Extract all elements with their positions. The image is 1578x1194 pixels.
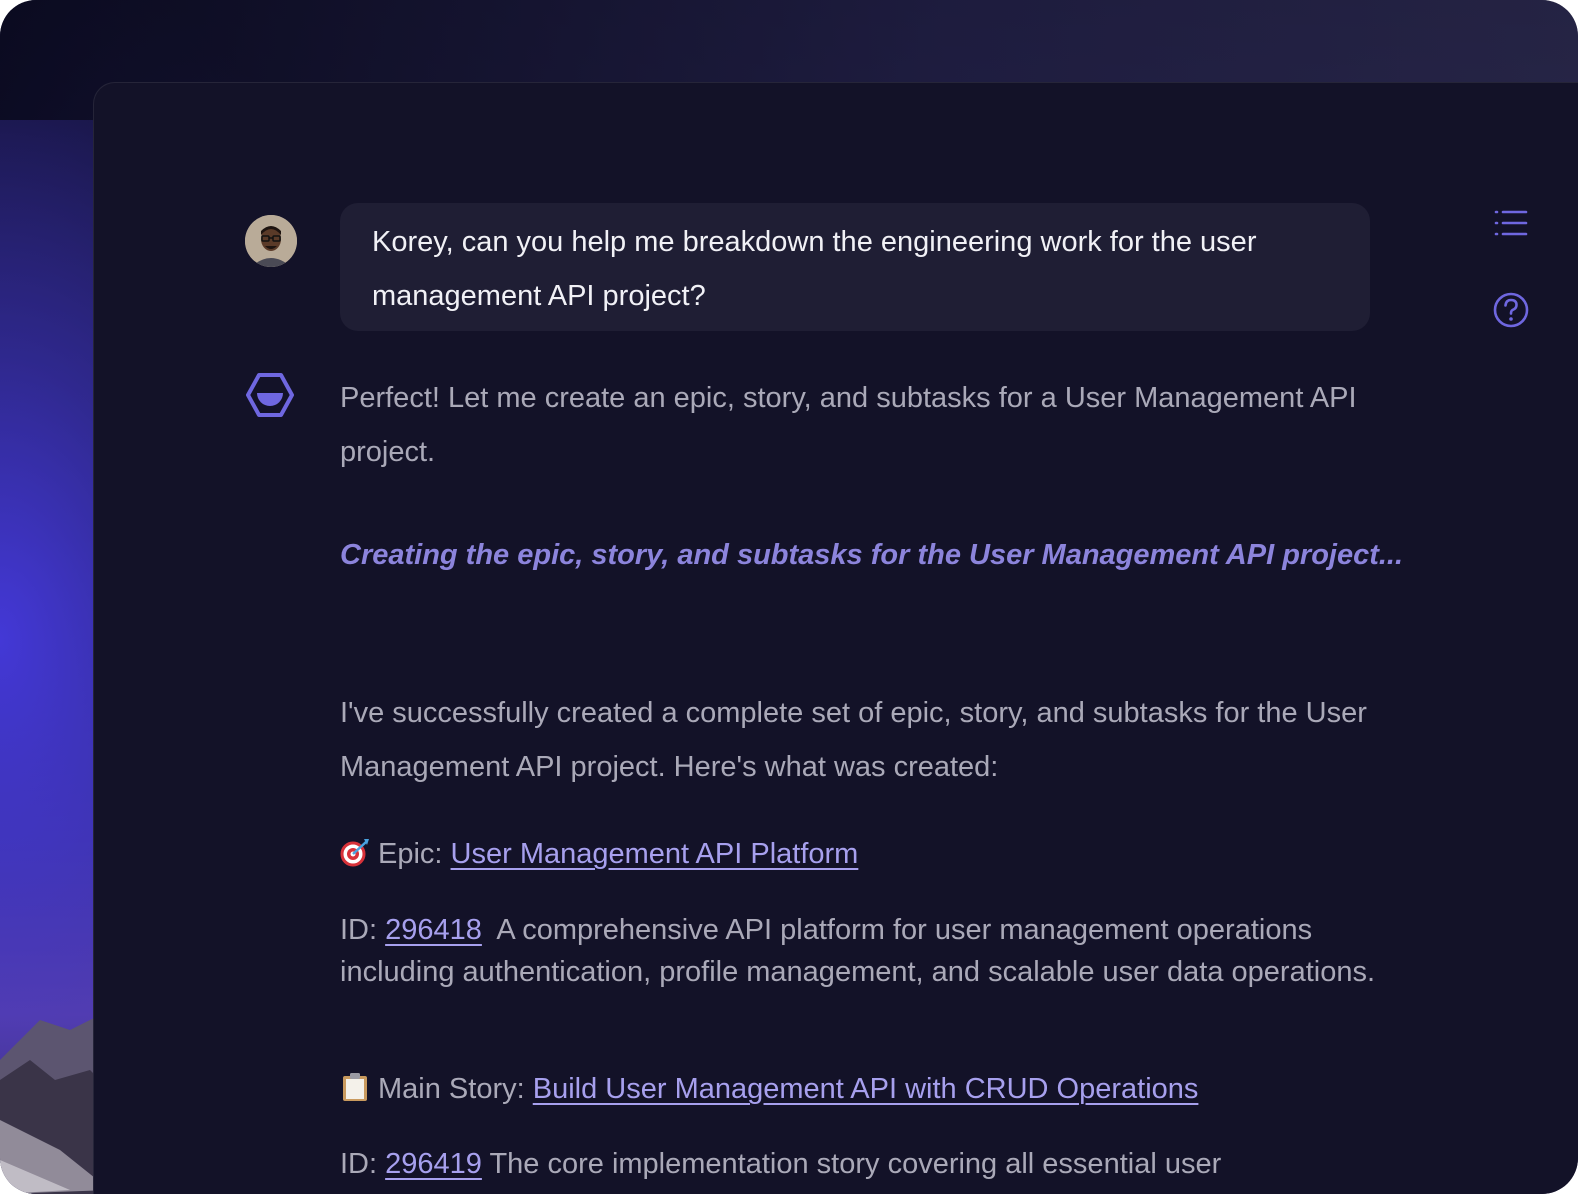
target-icon: [340, 839, 369, 867]
list-icon: [1494, 210, 1528, 236]
story-description: The core implementation story covering a…: [489, 1148, 1222, 1180]
story-id-prefix: ID:: [340, 1148, 378, 1180]
clipboard-icon: [343, 1073, 367, 1101]
epic-details: ID: 296418 A comprehensive API platform …: [340, 909, 1420, 993]
assistant-summary-text: I've successfully created a complete set…: [340, 697, 1367, 783]
help-circle-icon: [1493, 292, 1529, 328]
user-avatar: [245, 215, 297, 267]
story-line: Main Story: Build User Management API wi…: [340, 1067, 1420, 1111]
app-window: Korey, can you help me breakdown the eng…: [0, 0, 1578, 1194]
epic-id-prefix: ID:: [340, 914, 378, 946]
story-prefix: Main Story:: [378, 1073, 525, 1105]
assistant-intro-text: Perfect! Let me create an epic, story, a…: [340, 382, 1357, 468]
user-message-bubble: Korey, can you help me breakdown the eng…: [340, 203, 1370, 331]
epic-description: A comprehensive API platform for user ma…: [340, 914, 1376, 988]
outline-list-button[interactable]: [1491, 203, 1531, 243]
assistant-logo-icon: [246, 373, 294, 417]
story-id-link[interactable]: 296419: [385, 1148, 482, 1180]
assistant-status-text: Creating the epic, story, and subtasks f…: [340, 539, 1404, 571]
epic-id-link[interactable]: 296418: [385, 914, 482, 946]
user-message-text: Korey, can you help me breakdown the eng…: [372, 226, 1257, 312]
help-button[interactable]: [1491, 290, 1531, 330]
story-details: ID: 296419 The core implementation story…: [340, 1143, 1420, 1185]
epic-prefix: Epic:: [378, 838, 443, 870]
epic-link[interactable]: User Management API Platform: [451, 838, 859, 870]
story-link[interactable]: Build User Management API with CRUD Oper…: [533, 1073, 1199, 1105]
epic-line: Epic: User Management API Platform: [340, 832, 1420, 876]
